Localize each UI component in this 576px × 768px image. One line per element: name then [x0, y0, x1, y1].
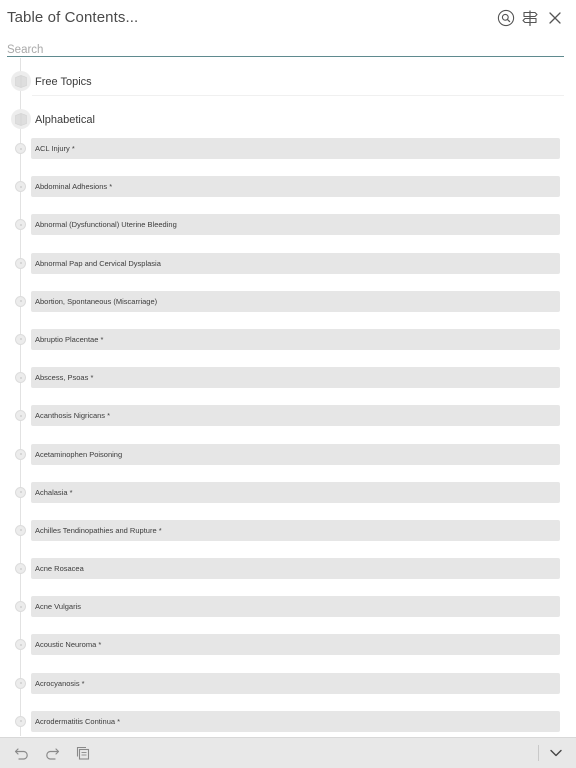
- tree-node-icon: [15, 372, 26, 384]
- book-icon: [11, 71, 31, 91]
- list-item: ACL Injury *: [0, 138, 576, 176]
- search-input[interactable]: [7, 42, 564, 58]
- tree-node-icon: [15, 295, 26, 307]
- signpost-button[interactable]: [521, 9, 539, 27]
- tree-node-icon: [15, 524, 26, 536]
- topic-button[interactable]: ACL Injury *: [31, 138, 560, 159]
- close-button[interactable]: [546, 9, 564, 27]
- copy-icon: [76, 746, 90, 760]
- list-item: Abscess, Psoas *: [0, 367, 576, 405]
- page-title: Table of Contents...: [7, 9, 139, 26]
- bottom-toolbar: [0, 737, 576, 768]
- list-item: Achilles Tendinopathies and Rupture *: [0, 519, 576, 558]
- search-icon: [497, 9, 515, 27]
- topic-label: Acne Vulgaris: [35, 602, 81, 612]
- collapse-button[interactable]: [548, 745, 564, 761]
- tree-node-icon: [15, 410, 26, 422]
- toolbar-divider: [538, 745, 539, 761]
- chevron-down-icon: [550, 749, 562, 757]
- topic-label: Acne Rosacea: [35, 564, 84, 574]
- close-icon: [549, 12, 561, 24]
- topic-button[interactable]: Abdominal Adhesions *: [31, 176, 560, 198]
- list-item: Abnormal Pap and Cervical Dysplasia: [0, 252, 576, 291]
- tree-node-icon: [15, 181, 26, 193]
- tree-node-icon: [15, 143, 26, 154]
- topic-button[interactable]: Abnormal (Dysfunctional) Uterine Bleedin…: [31, 214, 560, 236]
- topic-list: ACL Injury * Abdominal Adhesions * Abnor…: [0, 138, 576, 736]
- forward-button[interactable]: [44, 745, 60, 761]
- list-item: Acanthosis Nigricans *: [0, 405, 576, 443]
- topic-label: Achilles Tendinopathies and Rupture *: [35, 525, 162, 535]
- topic-button[interactable]: Acanthosis Nigricans *: [31, 405, 560, 427]
- search-field: [7, 40, 564, 58]
- list-item: Abdominal Adhesions *: [0, 176, 576, 214]
- topic-button[interactable]: Abscess, Psoas *: [31, 367, 560, 389]
- topic-button[interactable]: Abruptio Placentae *: [31, 328, 560, 350]
- search-button[interactable]: [497, 9, 515, 27]
- tree-node-icon: [15, 448, 26, 460]
- section-alphabetical[interactable]: Alphabetical: [0, 96, 576, 134]
- tree-node-icon: [15, 333, 26, 345]
- topic-button[interactable]: Acrocyanosis *: [31, 672, 560, 694]
- topic-button[interactable]: Acrodermatitis Continua *: [31, 710, 560, 732]
- topic-button[interactable]: Acoustic Neuroma *: [31, 634, 560, 656]
- topic-label: Acrocyanosis *: [35, 678, 85, 688]
- copy-button[interactable]: [75, 745, 91, 761]
- topic-label: Abnormal Pap and Cervical Dysplasia: [35, 258, 161, 268]
- topic-label: Abruptio Placentae *: [35, 334, 104, 344]
- list-item: Acrodermatitis Continua *: [0, 710, 576, 736]
- list-item: Acrocyanosis *: [0, 672, 576, 711]
- topic-label: Abscess, Psoas *: [35, 373, 94, 383]
- list-item: Abnormal (Dysfunctional) Uterine Bleedin…: [0, 214, 576, 252]
- list-item: Acne Vulgaris: [0, 596, 576, 634]
- toc-tree: Free Topics Alphabetical ACL Injury * Ab…: [0, 58, 576, 736]
- book-icon: [11, 109, 31, 129]
- topic-label: Acrodermatitis Continua *: [35, 716, 121, 726]
- tree-node-icon: [15, 219, 26, 231]
- signpost-icon: [522, 10, 538, 26]
- topic-label: Acetaminophen Poisoning: [35, 449, 123, 459]
- list-item: Acetaminophen Poisoning: [0, 443, 576, 482]
- tree-node-icon: [15, 257, 26, 269]
- topic-label: ACL Injury *: [35, 144, 75, 153]
- topic-button[interactable]: Achilles Tendinopathies and Rupture *: [31, 519, 560, 541]
- topic-button[interactable]: Acetaminophen Poisoning: [31, 443, 560, 465]
- redo-arrow-icon: [46, 748, 60, 760]
- undo-arrow-icon: [14, 748, 28, 760]
- section-label: Free Topics: [35, 76, 92, 88]
- topic-label: Abdominal Adhesions *: [35, 182, 113, 192]
- topic-button[interactable]: Abortion, Spontaneous (Miscarriage): [31, 290, 560, 312]
- topic-button[interactable]: Acne Vulgaris: [31, 596, 560, 618]
- topic-label: Abnormal (Dysfunctional) Uterine Bleedin…: [35, 220, 177, 230]
- list-item: Abruptio Placentae *: [0, 328, 576, 367]
- list-item: Acne Rosacea: [0, 558, 576, 596]
- list-item: Achalasia *: [0, 481, 576, 520]
- section-free-topics[interactable]: Free Topics: [0, 58, 576, 96]
- list-item: Acoustic Neuroma *: [0, 634, 576, 672]
- topic-label: Acoustic Neuroma *: [35, 640, 102, 650]
- topic-button[interactable]: Achalasia *: [31, 481, 560, 503]
- tree-node-icon: [15, 639, 26, 651]
- topic-label: Achalasia *: [35, 487, 73, 497]
- topic-button[interactable]: Abnormal Pap and Cervical Dysplasia: [31, 252, 560, 274]
- topic-label: Abortion, Spontaneous (Miscarriage): [35, 296, 158, 306]
- section-label: Alphabetical: [35, 114, 95, 126]
- header: Table of Contents...: [0, 0, 576, 38]
- tree-node-icon: [15, 601, 26, 613]
- tree-node-icon: [15, 563, 26, 575]
- tree-node-icon: [15, 677, 26, 689]
- back-button[interactable]: [14, 745, 30, 761]
- list-item: Abortion, Spontaneous (Miscarriage): [0, 290, 576, 329]
- topic-button[interactable]: Acne Rosacea: [31, 558, 560, 580]
- toc-panel: Table of Contents... Search Free Topics …: [0, 0, 576, 768]
- tree-node-icon: [15, 486, 26, 498]
- tree-node-icon: [15, 715, 26, 727]
- topic-label: Acanthosis Nigricans *: [35, 411, 111, 421]
